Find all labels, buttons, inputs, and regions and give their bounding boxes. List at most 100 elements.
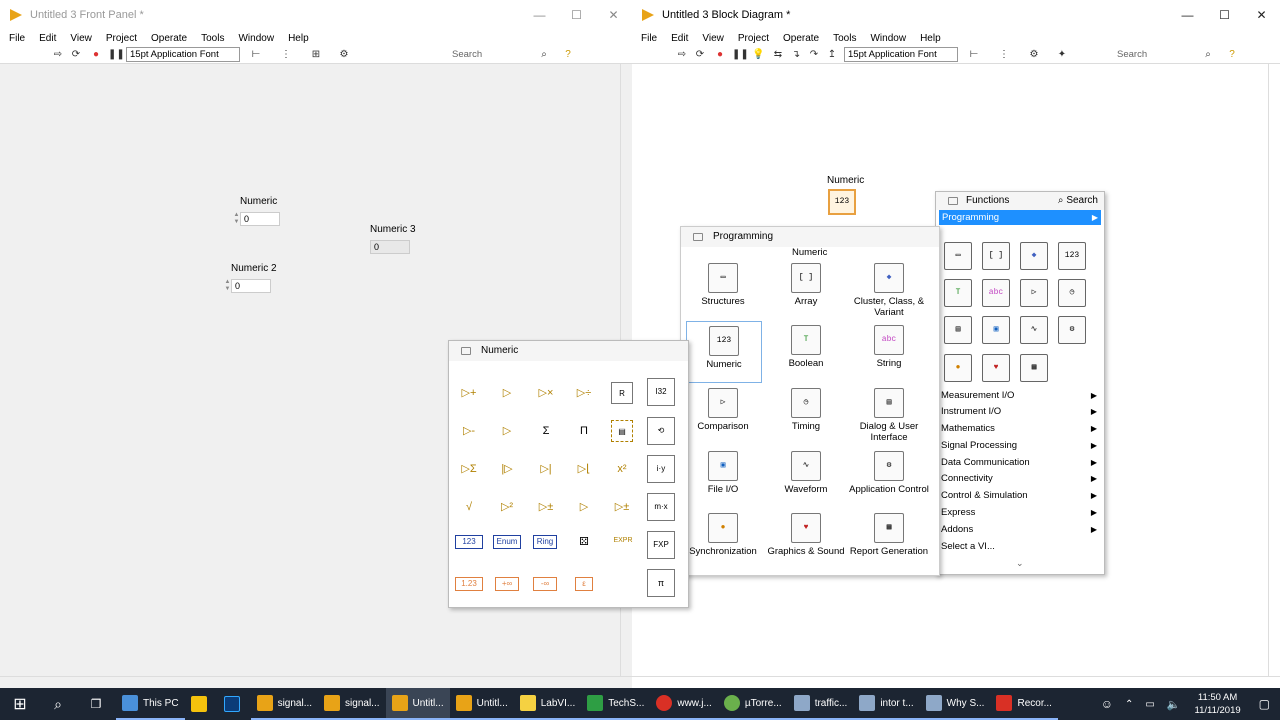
divide-icon[interactable]: ▷÷	[573, 382, 595, 404]
help-icon[interactable]: ?	[1226, 49, 1238, 61]
block-diagram-titlebar[interactable]: Untitled 3 Block Diagram * — ☐ ✕	[632, 0, 1280, 30]
taskbar-item-signal-2[interactable]: signal...	[318, 688, 386, 720]
timing-icon[interactable]: ◷	[1058, 279, 1086, 307]
abort-icon[interactable]: ●	[90, 49, 102, 61]
file-io-icon[interactable]: ▣	[982, 316, 1010, 344]
menu-window[interactable]: Window	[870, 33, 906, 44]
palette-item-waveform[interactable]: ∿ Waveform	[766, 451, 846, 495]
sqrt-icon[interactable]: √	[458, 496, 480, 518]
highlight-icon[interactable]: 💡	[752, 49, 764, 61]
menu-edit[interactable]: Edit	[671, 33, 688, 44]
programming-palette-header[interactable]: Programming	[681, 227, 939, 247]
category-data-communication[interactable]: Data Communication ▶	[941, 455, 1099, 471]
menu-operate[interactable]: Operate	[783, 33, 819, 44]
palette-item-comparison[interactable]: ▷ Comparison	[683, 388, 763, 432]
menu-view[interactable]: View	[70, 33, 92, 44]
run-icon[interactable]: ⇨	[676, 49, 688, 61]
task-view-icon[interactable]: ❐	[76, 688, 116, 720]
numeric-control[interactable]: ▲ ▼ 0	[233, 212, 280, 226]
fixed-point-icon[interactable]: FXP	[647, 531, 675, 559]
vertical-scrollbar[interactable]	[1268, 64, 1280, 676]
quotient-remainder-icon[interactable]: R	[611, 382, 633, 404]
multiply-icon[interactable]: ▷×	[535, 382, 557, 404]
ring-constant-icon[interactable]: Ring	[533, 535, 557, 549]
cluster-icon[interactable]: ◆	[1020, 242, 1048, 270]
category-mathematics[interactable]: Mathematics ▶	[941, 421, 1099, 437]
structures-icon[interactable]: ▭	[944, 242, 972, 270]
resize-icon[interactable]: ⊞	[310, 49, 322, 61]
absolute-icon[interactable]: |▷	[496, 458, 518, 480]
expression-node-icon[interactable]: EXPR	[609, 535, 637, 549]
reorder-icon[interactable]: ⚙	[338, 49, 350, 61]
sign-icon[interactable]: ▷±	[611, 496, 633, 518]
taskbar-item-intor[interactable]: intor t...	[853, 688, 920, 720]
font-select[interactable]: 15pt Application Font	[844, 47, 958, 62]
horizontal-scrollbar[interactable]	[632, 676, 1280, 688]
align-icon[interactable]: ⊢	[250, 49, 262, 61]
start-button[interactable]: ⊞	[0, 688, 40, 720]
front-panel-titlebar[interactable]: Untitled 3 Front Panel * — ☐ ✕	[0, 0, 632, 30]
array-icon[interactable]: [ ]	[982, 242, 1010, 270]
array-constant-icon[interactable]: ▤	[611, 420, 633, 442]
boolean-icon[interactable]: T	[944, 279, 972, 307]
enum-constant-icon[interactable]: Enum	[493, 535, 521, 549]
taskbar-item-signal-1[interactable]: signal...	[250, 688, 319, 720]
select-a-vi[interactable]: Select a VI...	[941, 539, 1099, 555]
string-icon[interactable]: abc	[982, 279, 1010, 307]
palette-item-cluster[interactable]: ◆ Cluster, Class, & Variant	[849, 263, 929, 318]
taskbar-item-chrome[interactable]: www.j...	[650, 688, 718, 720]
category-connectivity[interactable]: Connectivity ▶	[941, 471, 1099, 487]
numeric-value[interactable]: 0	[240, 212, 280, 226]
reorder-icon[interactable]: ⚙	[1028, 49, 1040, 61]
palette-item-file-io[interactable]: ▣ File I/O	[683, 451, 763, 495]
menu-help[interactable]: Help	[288, 33, 309, 44]
category-addons[interactable]: Addons ▶	[941, 522, 1099, 538]
palette-item-graphics[interactable]: ♥ Graphics & Sound	[766, 513, 846, 557]
close-icon[interactable]: ✕	[1243, 8, 1280, 22]
minimize-icon[interactable]: —	[1169, 8, 1206, 22]
menu-file[interactable]: File	[9, 33, 25, 44]
dialog-icon[interactable]: ▤	[944, 316, 972, 344]
distribute-icon[interactable]: ⋮	[280, 49, 292, 61]
waveform-icon[interactable]: ∿	[1020, 316, 1048, 344]
random-number-icon[interactable]: ⚄	[573, 531, 595, 553]
pin-icon[interactable]	[693, 233, 703, 241]
functions-palette-header[interactable]: Functions ⌕ Search	[936, 192, 1104, 210]
search-icon[interactable]: ⌕	[1202, 49, 1214, 61]
reciprocal-icon[interactable]: ▷	[573, 496, 595, 518]
category-control-simulation[interactable]: Control & Simulation ▶	[941, 488, 1099, 504]
negate-icon[interactable]: ▷±	[535, 496, 557, 518]
add-icon[interactable]: ▷+	[458, 382, 480, 404]
decrement-icon[interactable]: ▷	[496, 420, 518, 442]
compound-arithmetic-icon[interactable]: Σ	[535, 420, 557, 442]
numeric-constant-icon[interactable]: 123	[455, 535, 483, 549]
epsilon-constant-icon[interactable]: ε	[575, 577, 593, 591]
menu-project[interactable]: Project	[738, 33, 769, 44]
palette-item-timing[interactable]: ◷ Timing	[766, 388, 846, 432]
search-input[interactable]: Search	[452, 48, 532, 62]
distribute-icon[interactable]: ⋮	[998, 49, 1010, 61]
category-signal-processing[interactable]: Signal Processing ▶	[941, 438, 1099, 454]
app-control-icon[interactable]: ⚙	[1058, 316, 1086, 344]
abort-icon[interactable]: ●	[714, 49, 726, 61]
people-icon[interactable]: ☺	[1095, 688, 1119, 720]
search-input[interactable]: Search	[1117, 48, 1197, 62]
close-icon[interactable]: ✕	[595, 8, 632, 22]
numeric-palette-header[interactable]: Numeric	[449, 341, 688, 361]
increment-decrement-icon[interactable]: ▲ ▼	[224, 279, 231, 293]
taskbar-item-explorer[interactable]	[185, 688, 218, 720]
palette-item-app-control[interactable]: ⚙ Application Control	[849, 451, 929, 495]
run-continuously-icon[interactable]: ⟳	[70, 49, 82, 61]
help-icon[interactable]: ?	[562, 49, 574, 61]
palette-item-report[interactable]: ▦ Report Generation	[849, 513, 929, 557]
menu-window[interactable]: Window	[238, 33, 274, 44]
retain-wire-icon[interactable]: ⇆	[772, 49, 784, 61]
step-out-icon[interactable]: ↥	[826, 49, 838, 61]
round-icon[interactable]: ▷|	[535, 458, 557, 480]
palette-item-structures[interactable]: ▭ Structures	[683, 263, 763, 307]
add-array-icon[interactable]: ▷Σ	[458, 458, 480, 480]
neg-infinity-constant-icon[interactable]: -∞	[533, 577, 557, 591]
taskbar-item-why[interactable]: Why S...	[919, 688, 991, 720]
palette-item-boolean[interactable]: T Boolean	[766, 325, 846, 369]
menu-tools[interactable]: Tools	[201, 33, 224, 44]
